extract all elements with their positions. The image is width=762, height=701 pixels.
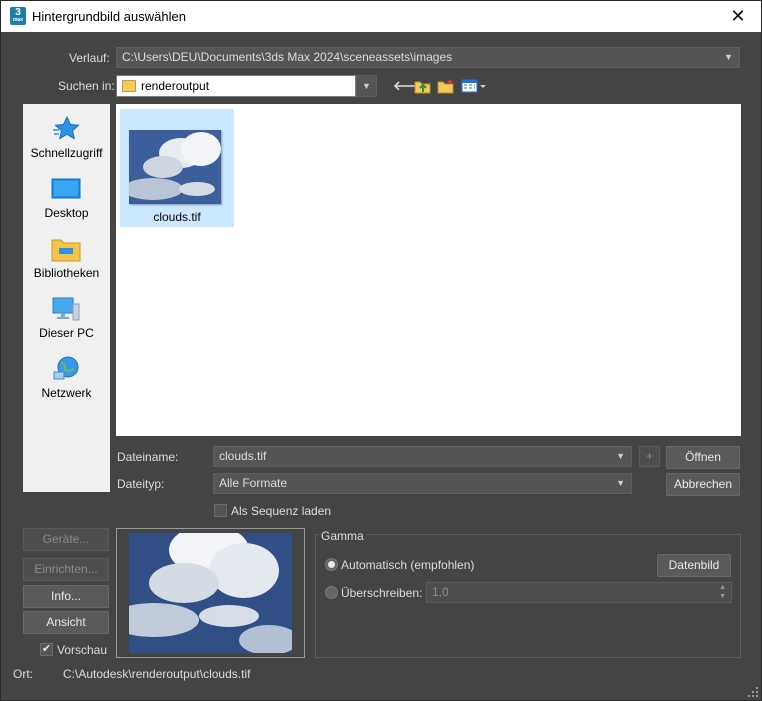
preview-checkbox[interactable]: ✔: [40, 643, 53, 656]
libraries-icon: [51, 236, 81, 262]
3ds-max-app-icon: 3 max: [10, 7, 26, 25]
filetype-value: Alle Formate: [219, 476, 288, 490]
add-button[interactable]: +: [639, 446, 660, 467]
computer-icon: [51, 296, 81, 322]
filetype-label: Dateityp:: [117, 477, 165, 491]
file-name: clouds.tif: [153, 210, 201, 224]
open-button[interactable]: Öffnen: [666, 446, 740, 469]
filename-value: clouds.tif: [219, 449, 267, 463]
lookin-value: renderoutput: [141, 79, 210, 93]
close-icon[interactable]: ✕: [715, 1, 761, 32]
place-label: Desktop: [44, 206, 89, 220]
datenbild-button[interactable]: Datenbild: [657, 554, 731, 577]
place-label: Bibliotheken: [33, 266, 100, 280]
filename-combobox[interactable]: clouds.tif ▼: [213, 446, 632, 467]
places-bar: Schnellzugriff Desktop Bibliotheken Dies…: [23, 104, 110, 492]
place-desktop[interactable]: Desktop: [23, 170, 110, 228]
gamma-auto-label: Automatisch (empfohlen): [341, 558, 475, 572]
place-label: Dieser PC: [39, 326, 94, 340]
resize-grip-icon[interactable]: [747, 686, 759, 698]
location-label: Ort:: [13, 667, 33, 681]
gamma-title: Gamma: [319, 529, 366, 543]
setup-button[interactable]: Einrichten...: [23, 558, 109, 581]
lookin-combobox[interactable]: renderoutput: [116, 75, 356, 97]
preview-label: Vorschau: [57, 643, 108, 657]
history-value: C:\Users\DEU\Documents\3ds Max 2024\scen…: [122, 50, 453, 64]
place-quick-access[interactable]: Schnellzugriff: [23, 110, 110, 168]
new-folder-icon[interactable]: [437, 78, 455, 94]
place-label: Netzwerk: [41, 386, 92, 400]
folder-icon: [122, 80, 136, 92]
gamma-override-spinner[interactable]: 1,0 ▲ ▼: [426, 582, 732, 603]
dialog-window: 3 max Hintergrundbild auswählen ✕ Verlauf…: [0, 0, 762, 701]
gamma-override-value: 1,0: [432, 585, 449, 599]
title-bar: 3 max Hintergrundbild auswählen ✕: [1, 1, 761, 32]
lookin-dropdown-button[interactable]: ▼: [356, 75, 377, 97]
gamma-override-radio[interactable]: [325, 586, 338, 599]
sequence-label: Als Sequenz laden: [231, 504, 332, 518]
info-button[interactable]: Info...: [23, 585, 109, 608]
gamma-override-label: Überschreiben:: [341, 586, 423, 600]
place-this-pc[interactable]: Dieser PC: [23, 290, 110, 348]
filename-label: Dateiname:: [117, 450, 179, 464]
file-item[interactable]: clouds.tif: [120, 109, 234, 227]
devices-button[interactable]: Geräte...: [23, 528, 109, 551]
window-title: Hintergrundbild auswählen: [32, 9, 186, 24]
up-folder-icon[interactable]: [414, 78, 432, 94]
filetype-combobox[interactable]: Alle Formate ▼: [213, 473, 632, 494]
preview-image: [129, 533, 292, 653]
file-thumbnail: [129, 130, 221, 204]
cancel-button[interactable]: Abbrechen: [666, 473, 740, 496]
star-icon: [51, 115, 81, 142]
history-combobox[interactable]: C:\Users\DEU\Documents\3ds Max 2024\scen…: [116, 47, 740, 68]
chevron-down-icon: ▼: [724, 52, 733, 62]
back-arrow-icon[interactable]: 🡐: [393, 78, 428, 94]
location-value: C:\Autodesk\renderoutput\clouds.tif: [63, 667, 251, 681]
spinner-arrows-icon[interactable]: ▲ ▼: [719, 583, 726, 601]
view-button[interactable]: Ansicht: [23, 611, 109, 634]
place-label: Schnellzugriff: [30, 146, 103, 160]
network-icon: [51, 356, 81, 382]
lookin-label: Suchen in:: [58, 79, 115, 93]
place-network[interactable]: Netzwerk: [23, 350, 110, 408]
history-label: Verlauf:: [69, 51, 110, 65]
place-libraries[interactable]: Bibliotheken: [23, 230, 110, 288]
view-menu-icon[interactable]: [461, 78, 486, 94]
desktop-icon: [51, 176, 81, 202]
file-list[interactable]: clouds.tif: [116, 104, 741, 436]
sequence-checkbox[interactable]: [214, 504, 227, 517]
preview-panel: [116, 528, 305, 658]
gamma-auto-radio[interactable]: [325, 558, 338, 571]
chevron-down-icon: ▼: [616, 451, 625, 461]
chevron-down-icon: ▼: [616, 478, 625, 488]
